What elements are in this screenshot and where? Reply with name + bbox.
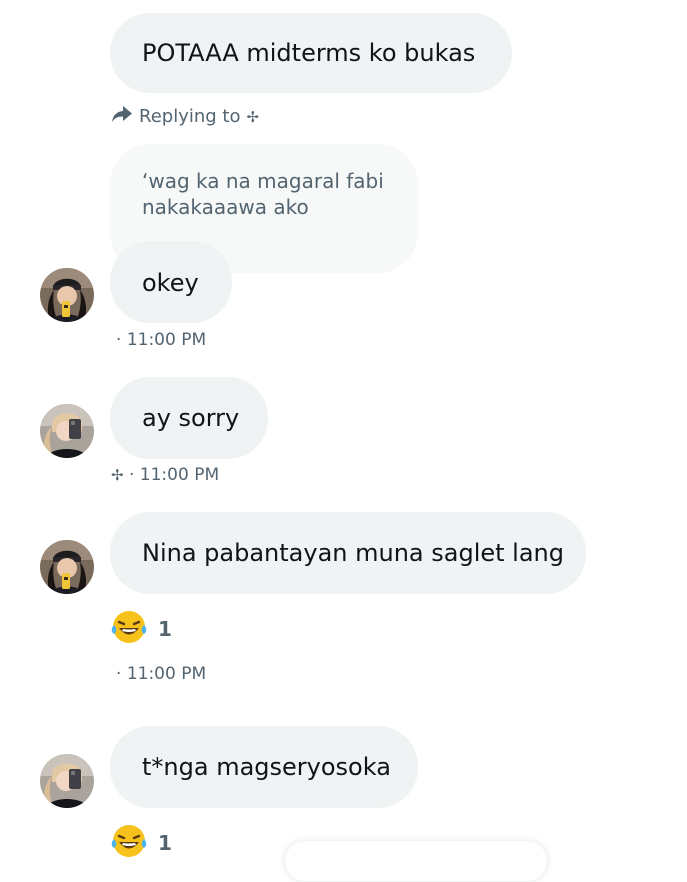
replying-to-indicator[interactable]: Replying to ✢ bbox=[111, 104, 259, 129]
avatar[interactable] bbox=[40, 404, 94, 458]
message-bubble[interactable]: Nina pabantayan muna saglet lang bbox=[110, 512, 586, 594]
message-timestamp: · 11:00 PM bbox=[116, 663, 206, 685]
timestamp-separator: · bbox=[116, 330, 122, 350]
timestamp-text: 11:00 PM bbox=[126, 664, 207, 684]
sender-name-symbol: ✢ bbox=[111, 466, 124, 484]
message-timestamp: · 11:00 PM bbox=[116, 329, 206, 351]
reaction[interactable]: 1 bbox=[110, 609, 172, 649]
timestamp-text: 11:00 PM bbox=[139, 465, 220, 485]
replying-to-label: Replying to bbox=[139, 106, 241, 127]
laughing-emoji-icon bbox=[110, 823, 148, 863]
floating-card[interactable] bbox=[284, 840, 548, 882]
reaction[interactable]: 1 bbox=[110, 823, 172, 863]
message-text: POTAAA midterms ko bukas bbox=[142, 39, 476, 67]
message-bubble[interactable]: ay sorry bbox=[110, 377, 268, 459]
avatar[interactable] bbox=[40, 754, 94, 808]
quoted-text-line-1: ‘wag ka na magaral fabi bbox=[142, 169, 384, 193]
avatar[interactable] bbox=[40, 540, 94, 594]
message-text: t*nga magseryosoka bbox=[142, 753, 391, 781]
quoted-text-line-2: nakakaaawa ako bbox=[142, 195, 309, 219]
message-text: ay sorry bbox=[142, 404, 240, 432]
message-bubble[interactable]: t*nga magseryosoka bbox=[110, 726, 418, 808]
timestamp-separator: · bbox=[128, 465, 135, 485]
message-bubble[interactable]: POTAAA midterms ko bukas bbox=[110, 13, 512, 93]
laughing-emoji-icon bbox=[110, 609, 148, 649]
message-text: okey bbox=[142, 269, 199, 297]
reaction-count: 1 bbox=[158, 617, 172, 641]
message-bubble[interactable]: okey bbox=[110, 241, 232, 323]
reply-arrow-icon bbox=[111, 104, 133, 129]
reaction-count: 1 bbox=[158, 831, 172, 855]
timestamp-text: 11:00 PM bbox=[126, 330, 207, 350]
timestamp-separator: · bbox=[116, 664, 122, 684]
avatar[interactable] bbox=[40, 268, 94, 322]
message-timestamp: ✢ · 11:00 PM bbox=[111, 464, 219, 486]
message-text: Nina pabantayan muna saglet lang bbox=[142, 539, 565, 567]
replying-to-name-symbol: ✢ bbox=[246, 107, 260, 126]
